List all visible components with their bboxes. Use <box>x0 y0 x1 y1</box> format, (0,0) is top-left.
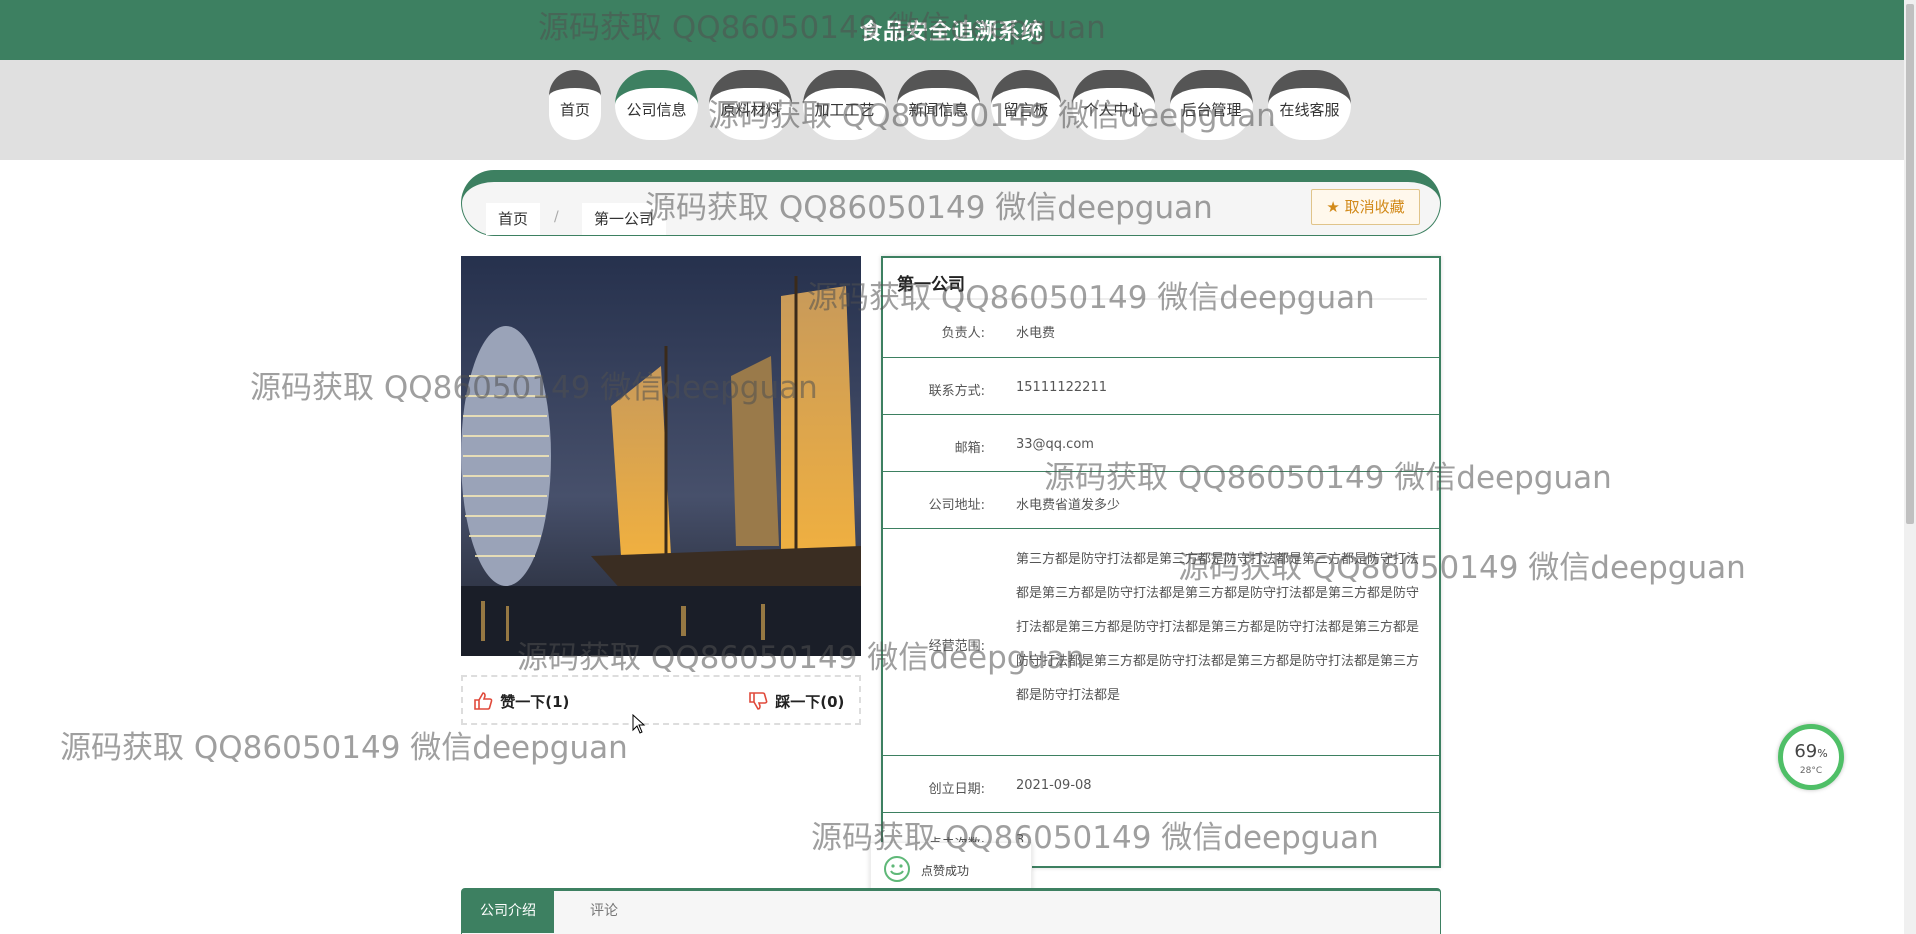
breadcrumb-current: 第一公司 <box>582 203 667 235</box>
nav-processing[interactable]: 加工工艺 <box>803 70 886 140</box>
unfavorite-button[interactable]: ★ 取消收藏 <box>1311 189 1420 225</box>
info-row: 联系方式: 15111122211 <box>883 358 1439 415</box>
scrollbar[interactable] <box>1904 0 1916 934</box>
nav-personal-center[interactable]: 个人中心 <box>1072 70 1155 140</box>
breadcrumb-home[interactable]: 首页 <box>486 203 541 235</box>
nav-online-service[interactable]: 在线客服 <box>1268 70 1351 140</box>
gauge-temperature: 28°C <box>1799 766 1823 776</box>
field-label: 公司地址: <box>928 498 985 513</box>
field-label: 邮箱: <box>954 441 985 456</box>
usage-gauge[interactable]: 69% 28°C <box>1778 724 1844 790</box>
nav-home[interactable]: 首页 <box>549 70 601 140</box>
vote-box: 赞一下(1) 踩一下(0) <box>461 675 861 725</box>
mouse-cursor-icon <box>632 713 646 738</box>
dislike-button[interactable]: 踩一下(0) <box>748 691 844 714</box>
field-label: 经营范围: <box>928 639 985 654</box>
info-row: 经营范围: 第三方都是防守打法都是第三方都是防守打法都是第三方都是防守打法都是第… <box>883 529 1439 756</box>
tab-company-intro[interactable]: 公司介绍 <box>462 891 554 933</box>
dislike-label: 踩一下(0) <box>775 693 845 711</box>
scrollbar-thumb[interactable] <box>1906 4 1914 524</box>
harbor-night-photo <box>461 256 861 656</box>
gauge-percent: 69% <box>1794 741 1828 762</box>
thumbs-down-icon <box>748 691 770 714</box>
nav-company-info[interactable]: 公司信息 <box>615 70 698 140</box>
field-label: 负责人: <box>941 326 985 341</box>
info-row: 公司地址: 水电费省道发多少 <box>883 472 1439 529</box>
field-label: 联系方式: <box>928 384 985 399</box>
tabs-bar: 公司介绍 评论 <box>461 888 1441 934</box>
breadcrumb: 首页 / 第一公司 <box>461 170 1441 236</box>
company-image <box>461 256 861 656</box>
info-row: 创立日期: 2021-09-08 <box>883 756 1439 813</box>
nav-admin[interactable]: 后台管理 <box>1170 70 1253 140</box>
thumbs-up-icon <box>473 691 495 714</box>
watermark: 源码获取 QQ86050149 微信deepguan <box>60 730 628 766</box>
info-row: 邮箱: 33@qq.com <box>883 415 1439 472</box>
field-value: 2021-09-08 <box>1016 778 1092 793</box>
company-info-panel: 第一公司 负责人: 水电费 联系方式: 15111122211 邮箱: 33@q… <box>881 256 1441 868</box>
app-title: 食品安全追溯系统 <box>859 20 1044 45</box>
smile-icon <box>883 855 911 886</box>
breadcrumb-separator: / <box>554 209 559 225</box>
field-value: 15111122211 <box>1016 380 1107 395</box>
business-scope-text: 第三方都是防守打法都是第三方都是防守打法都是第三方都是防守打法都是第三方都是防守… <box>1016 552 1420 703</box>
top-bar: 食品安全追溯系统 <box>0 0 1904 60</box>
info-row: 负责人: 水电费 <box>883 300 1439 358</box>
field-value: 33@qq.com <box>1016 437 1094 452</box>
company-name: 第一公司 <box>897 275 965 295</box>
nav-message-board[interactable]: 留言板 <box>991 70 1061 140</box>
field-value: 水电费 <box>1016 326 1056 341</box>
like-button[interactable]: 赞一下(1) <box>473 691 569 714</box>
toast-text: 点赞成功 <box>921 864 970 878</box>
nav-raw-materials[interactable]: 原料材料 <box>709 70 792 140</box>
like-label: 赞一下(1) <box>500 693 570 711</box>
tab-comments[interactable]: 评论 <box>572 891 636 933</box>
nav-news[interactable]: 新闻信息 <box>897 70 980 140</box>
field-label: 创立日期: <box>928 782 985 797</box>
field-value: 水电费省道发多少 <box>1016 498 1121 513</box>
